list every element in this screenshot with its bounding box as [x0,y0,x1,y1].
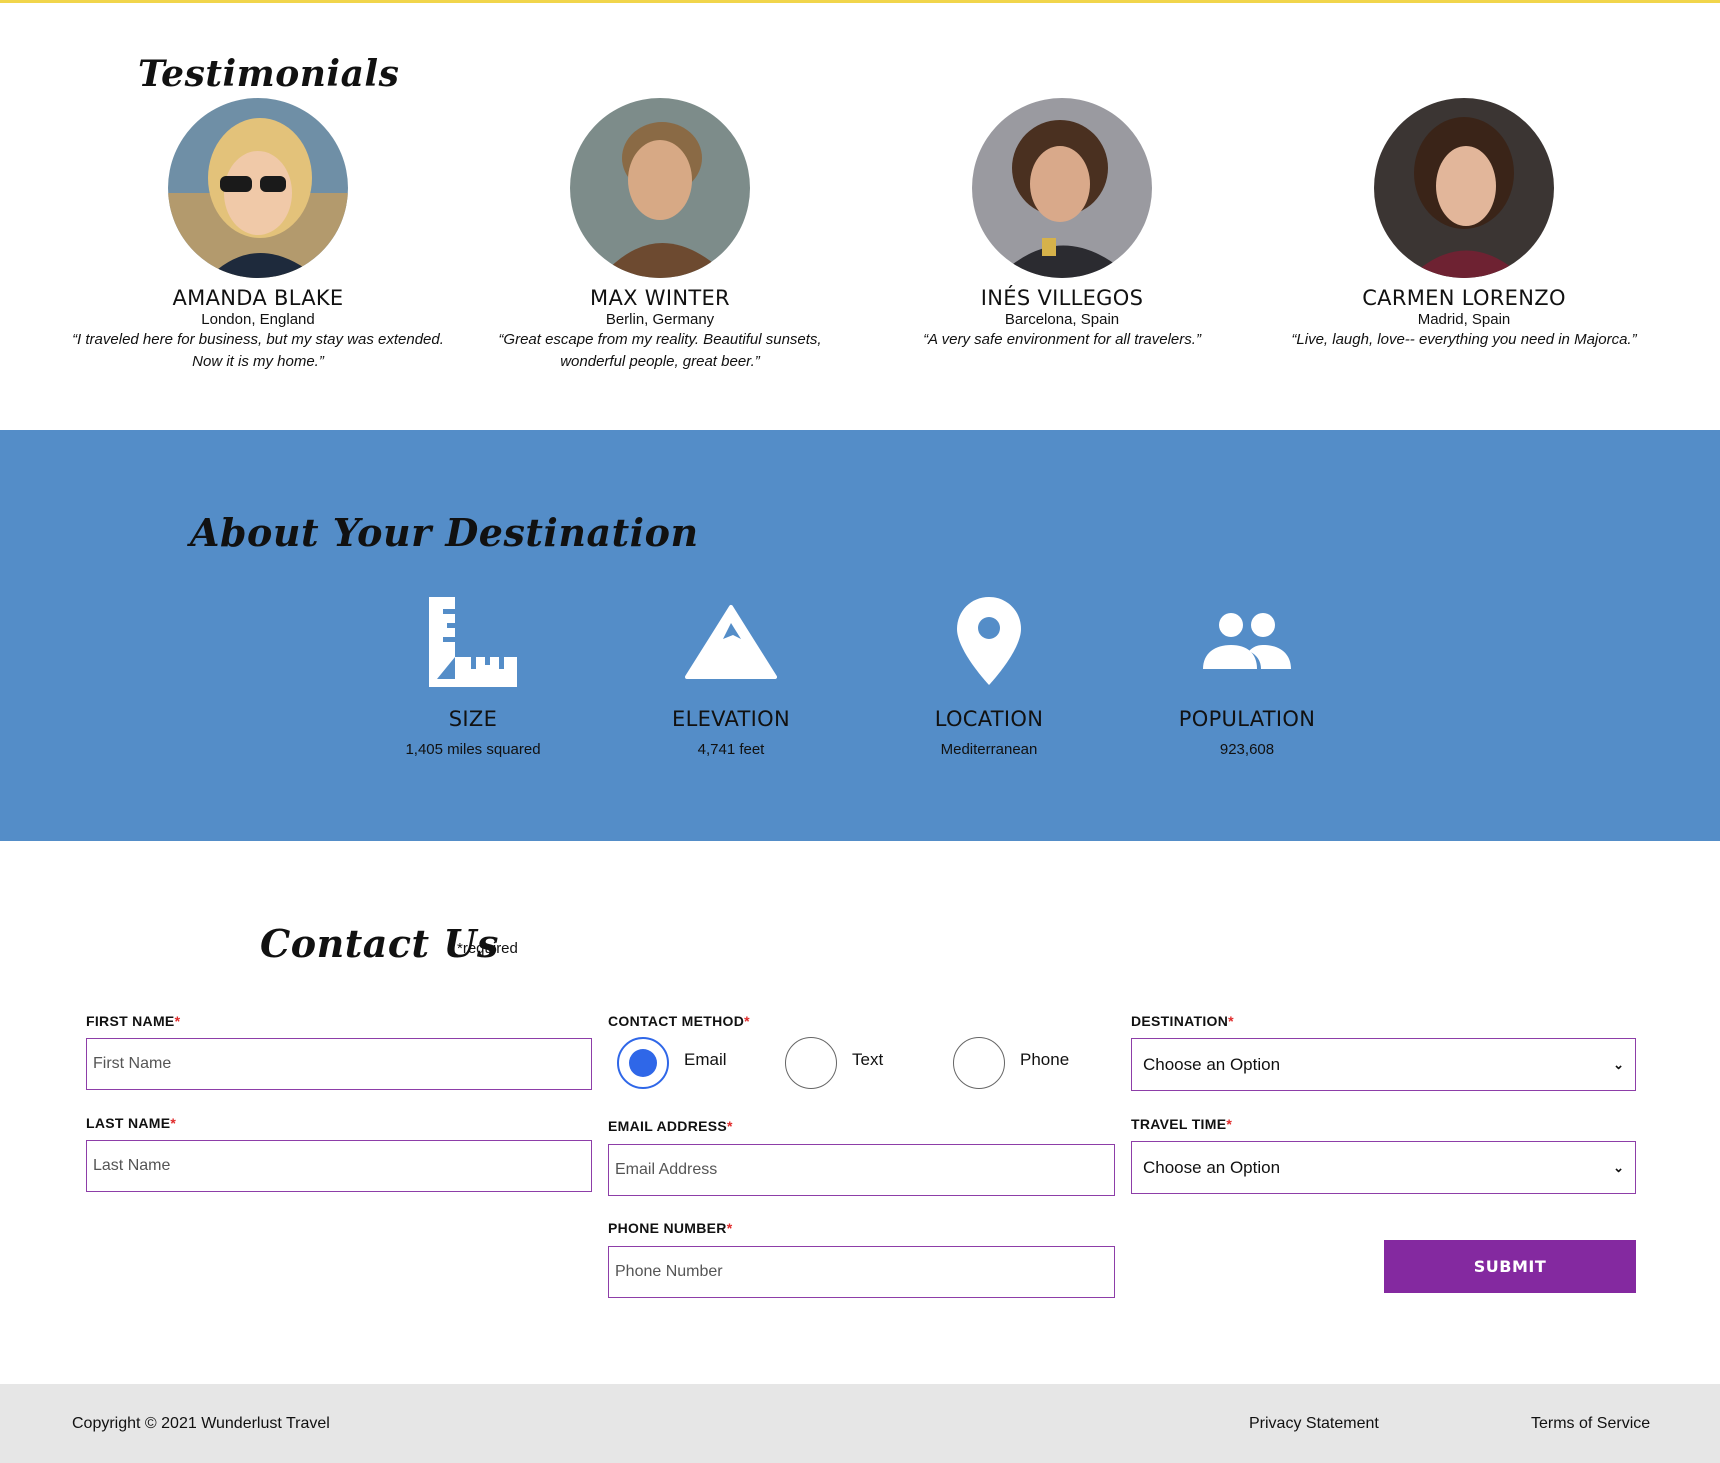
stat-label: SIZE [448,707,498,731]
testimonial-name: AMANDA BLAKE [172,286,344,310]
contact-method-label-text: CONTACT METHOD [608,1013,745,1029]
testimonials-section: Testimonials AMANDA BLAKE London, Englan… [0,3,1720,430]
testimonial-location: Madrid, Spain [1417,311,1511,328]
required-star: * [744,1013,750,1029]
testimonial-location: Berlin, Germany [605,311,715,328]
stat-value: 923,608 [1219,741,1275,758]
email-label-text: EMAIL ADDRESS [608,1118,728,1134]
required-star: * [1226,1116,1233,1132]
testimonial-quote-line: “Live, laugh, love-- everything you need… [1291,331,1637,348]
map-pin-icon [957,597,1021,685]
contact-section: Contact Us *required [0,841,1720,1384]
testimonial-card: AMANDA BLAKE London, England “I traveled… [48,98,468,373]
last-name-label-text: LAST NAME [86,1115,171,1131]
testimonial-card: INÉS VILLEGOS Barcelona, Spain “A very s… [852,98,1272,351]
destination-select-value: Choose an Option [1143,1054,1281,1074]
stat-value: Mediterranean [940,741,1038,758]
testimonial-quote-line: wonderful people, great beer.” [560,353,760,370]
mountain-icon [685,605,777,679]
last-name-input[interactable] [86,1140,592,1192]
testimonial-quote-line: “Great escape from my reality. Beautiful… [498,331,822,348]
chevron-down-icon: ⌄ [1613,1056,1624,1072]
email-label: EMAIL ADDRESS* [608,1118,733,1134]
testimonial-card: CARMEN LORENZO Madrid, Spain “Live, laug… [1254,98,1674,351]
avatar [168,98,348,278]
stat-location: LOCATION Mediterranean [869,595,1109,758]
submit-button[interactable]: SUBMIT [1384,1240,1636,1293]
testimonials-heading: Testimonials [138,53,400,95]
radio-text-label[interactable]: Text [852,1050,883,1070]
required-star: * [174,1013,181,1029]
phone-label: PHONE NUMBER* [608,1220,732,1236]
footer: Copyright © 2021 Wunderlust Travel Priva… [0,1384,1720,1463]
required-star: * [1228,1013,1234,1029]
testimonial-quote: “I traveled here for business, but my st… [48,329,468,373]
testimonial-quote-line: “A very safe environment for all travele… [923,331,1201,348]
stat-elevation: ELEVATION 4,741 feet [611,595,851,758]
privacy-link[interactable]: Privacy Statement [1249,1415,1379,1433]
phone-input[interactable] [608,1246,1115,1298]
first-name-label: FIRST NAME* [86,1013,180,1029]
email-input[interactable] [608,1144,1115,1196]
travel-time-label: TRAVEL TIME* [1131,1116,1232,1132]
stat-population: POPULATION 923,608 [1127,595,1367,758]
avatar [972,98,1152,278]
testimonial-name: CARMEN LORENZO [1362,286,1566,310]
stat-label: LOCATION [934,707,1044,731]
required-star: * [726,1220,733,1236]
radio-phone[interactable] [953,1037,1005,1089]
testimonial-quote-line: “I traveled here for business, but my st… [72,331,444,348]
stat-value: 1,405 miles squared [405,741,541,758]
travel-time-select[interactable]: Choose an Option ⌄ [1131,1141,1636,1194]
radio-text[interactable] [785,1037,837,1089]
destination-label-text: DESTINATION [1131,1013,1229,1029]
required-note: *required [457,940,518,957]
required-star: * [170,1115,177,1131]
testimonial-name: MAX WINTER [590,286,730,310]
stat-label: POPULATION [1178,707,1316,731]
radio-phone-label[interactable]: Phone [1020,1050,1069,1070]
last-name-label: LAST NAME* [86,1115,176,1131]
destination-select[interactable]: Choose an Option ⌄ [1131,1038,1636,1091]
first-name-input[interactable] [86,1038,592,1090]
first-name-label-text: FIRST NAME [86,1013,175,1029]
testimonial-card: MAX WINTER Berlin, Germany “Great escape… [450,98,870,373]
radio-email[interactable] [617,1037,669,1089]
destination-label: DESTINATION* [1131,1013,1234,1029]
people-icon [1203,613,1291,669]
testimonial-quote: “Live, laugh, love-- everything you need… [1254,329,1674,351]
testimonial-quote: “A very safe environment for all travele… [852,329,1272,351]
stat-label: ELEVATION [672,707,790,731]
testimonial-quote: “Great escape from my reality. Beautiful… [450,329,870,373]
stat-value: 4,741 feet [697,741,765,758]
phone-label-text: PHONE NUMBER [608,1220,727,1236]
radio-email-label[interactable]: Email [684,1050,727,1070]
stat-size: SIZE 1,405 miles squared [353,595,593,758]
copyright-text: Copyright © 2021 Wunderlust Travel [72,1415,330,1432]
avatar [570,98,750,278]
chevron-down-icon: ⌄ [1613,1159,1624,1175]
about-heading: About Your Destination [190,510,699,555]
avatar [1374,98,1554,278]
testimonial-quote-line: Now it is my home.” [192,353,324,370]
terms-link[interactable]: Terms of Service [1531,1415,1650,1433]
testimonial-name: INÉS VILLEGOS [980,286,1144,310]
travel-time-select-value: Choose an Option [1143,1157,1281,1177]
about-section: About Your Destination SIZE 1,405 miles … [0,430,1720,841]
contact-method-label: CONTACT METHOD* [608,1013,750,1029]
required-star: * [727,1118,733,1134]
ruler-icon [429,597,517,687]
testimonial-location: London, England [201,311,315,328]
travel-time-label-text: TRAVEL TIME [1131,1116,1227,1132]
testimonial-location: Barcelona, Spain [1004,311,1120,328]
